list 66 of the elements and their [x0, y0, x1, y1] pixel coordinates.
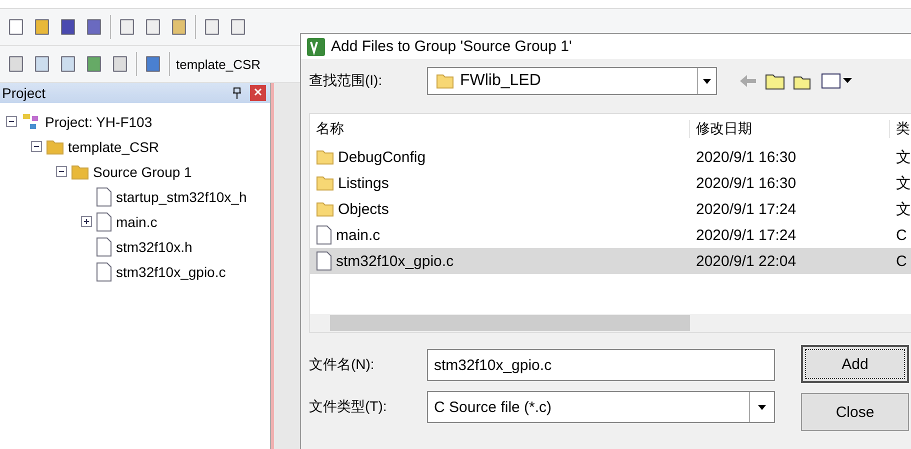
target-select[interactable]: template_CSR — [176, 56, 261, 72]
file-row[interactable]: Listings 2020/9/1 16:30 文 — [310, 170, 911, 196]
folder-icon — [316, 201, 334, 217]
type-cell-text: 文 — [895, 148, 911, 166]
file-icon — [316, 225, 332, 245]
date-cell-text: 2020/9/1 16:30 — [695, 148, 798, 166]
tree-item[interactable]: stm32f10x.h — [116, 238, 192, 254]
horizontal-scrollbar[interactable] — [310, 314, 911, 332]
type-cell-text: C — [895, 252, 908, 270]
folder-icon — [316, 175, 334, 191]
collapse-icon[interactable] — [6, 116, 17, 127]
close-icon — [254, 88, 262, 96]
dialog-title: Add Files to Group 'Source Group 1' — [331, 38, 572, 55]
file-name-field[interactable]: stm32f10x_gpio.c — [427, 349, 775, 381]
type-cell-text: C — [895, 226, 908, 244]
column-header[interactable]: 修改日期 — [690, 120, 890, 138]
project-icon — [21, 112, 41, 130]
file-row[interactable]: DebugConfig 2020/9/1 16:30 文 — [310, 144, 911, 170]
folder-icon — [71, 164, 89, 180]
file-name: stm32f10x_gpio.c — [336, 252, 454, 270]
close-button[interactable] — [250, 85, 266, 101]
folder-icon — [46, 138, 64, 154]
file-name: main.c — [336, 226, 380, 244]
panel-title: Project — [2, 85, 46, 101]
collapse-icon[interactable] — [31, 141, 42, 152]
type-cell-text: 文 — [895, 200, 911, 218]
tree-item[interactable]: Project: YH-F103 — [45, 114, 152, 130]
column-header[interactable]: 名称 — [310, 120, 690, 138]
up-folder-icon[interactable] — [765, 72, 785, 90]
tree-item[interactable]: template_CSR — [68, 138, 160, 154]
collapse-icon[interactable] — [56, 166, 67, 177]
file-icon — [316, 251, 332, 271]
folder-icon — [436, 73, 454, 89]
file-type-label: 文件类型(T): — [309, 398, 388, 416]
pin-icon[interactable] — [232, 87, 242, 99]
file-row[interactable]: main.c 2020/9/1 17:24 C — [310, 222, 911, 248]
file-name-label: 文件名(N): — [309, 356, 376, 374]
tree-item[interactable]: startup_stm32f10x_h — [116, 188, 247, 204]
expand-icon[interactable] — [81, 216, 92, 227]
tree-item[interactable]: stm32f10x_gpio.c — [116, 264, 226, 280]
file-icon — [96, 186, 112, 206]
file-icon — [96, 262, 112, 282]
file-row[interactable]: Objects 2020/9/1 17:24 文 — [310, 196, 911, 222]
file-icon — [96, 212, 112, 232]
caret-icon — [758, 404, 766, 410]
tree-item[interactable]: Source Group 1 — [93, 164, 192, 180]
file-type-dropdown[interactable]: C Source file (*.c) — [427, 391, 775, 423]
app-icon — [307, 38, 325, 56]
look-in-dropdown[interactable]: FWlib_LED — [427, 67, 717, 95]
file-name: Listings — [338, 174, 389, 192]
date-cell-text: 2020/9/1 17:24 — [695, 226, 798, 244]
tree-item[interactable]: main.c — [116, 214, 158, 230]
file-name: Objects — [338, 200, 389, 218]
view-menu-icon[interactable] — [821, 73, 853, 89]
folder-icon — [316, 149, 334, 165]
look-in-label: 查找范围(I): — [309, 72, 384, 90]
file-icon — [96, 236, 112, 256]
date-cell-text: 2020/9/1 16:30 — [695, 174, 798, 192]
file-name: DebugConfig — [338, 148, 426, 166]
date-cell-text: 2020/9/1 17:24 — [695, 200, 798, 218]
dialog-button[interactable]: Close — [801, 393, 909, 431]
type-cell-text: 文 — [895, 174, 911, 192]
date-cell-text: 2020/9/1 22:04 — [695, 252, 798, 270]
dialog-button[interactable]: Add — [801, 345, 909, 383]
file-row[interactable]: stm32f10x_gpio.c 2020/9/1 22:04 C — [310, 248, 911, 274]
column-header[interactable]: 类 — [890, 120, 911, 138]
